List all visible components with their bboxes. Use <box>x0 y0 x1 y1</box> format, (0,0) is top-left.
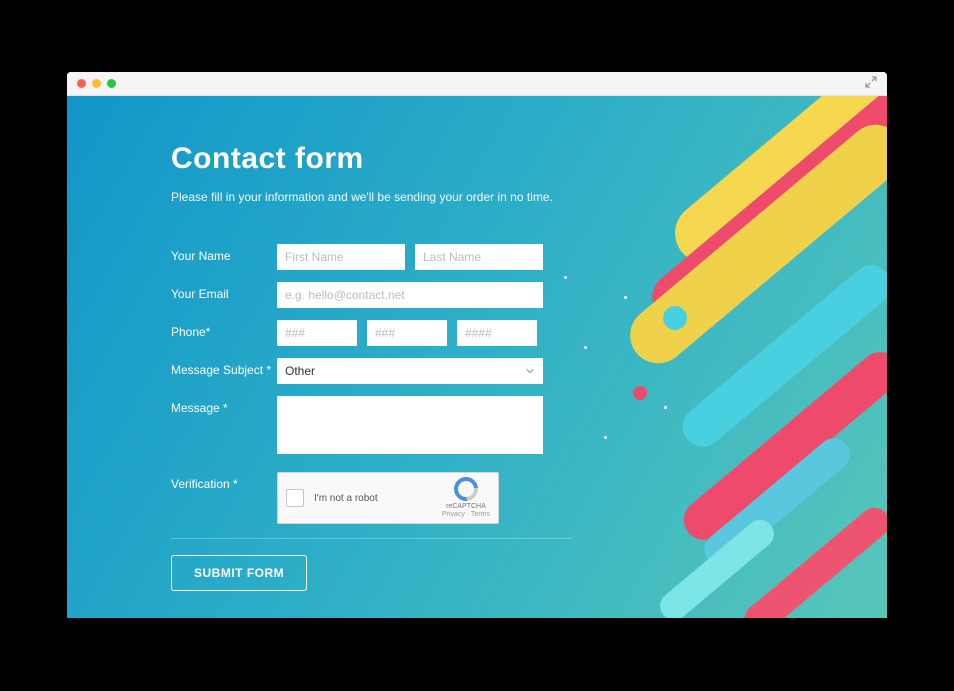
email-input[interactable] <box>277 282 543 308</box>
recaptcha-text: I'm not a robot <box>314 493 378 504</box>
message-label: Message * <box>171 396 277 415</box>
form-divider <box>171 538 571 539</box>
first-name-input[interactable] <box>277 244 405 270</box>
chevron-down-icon <box>525 366 535 376</box>
email-label: Your Email <box>171 282 277 301</box>
last-name-input[interactable] <box>415 244 543 270</box>
recaptcha-widget[interactable]: I'm not a robot reCAPTCHA Privacy · Term… <box>277 472 499 524</box>
phone-prefix-input[interactable] <box>367 320 447 346</box>
page-subtitle: Please fill in your information and we'l… <box>171 190 627 204</box>
name-label: Your Name <box>171 244 277 263</box>
recaptcha-logo-icon <box>454 477 478 501</box>
phone-label: Phone* <box>171 320 277 339</box>
submit-button[interactable]: SUBMIT FORM <box>171 555 307 591</box>
subject-label: Message Subject * <box>171 358 277 377</box>
minimize-window-button[interactable] <box>92 79 101 88</box>
phone-line-input[interactable] <box>457 320 537 346</box>
message-textarea[interactable] <box>277 396 543 454</box>
close-window-button[interactable] <box>77 79 86 88</box>
subject-selected-value: Other <box>285 364 315 378</box>
window-titlebar <box>67 72 887 96</box>
page-title: Contact form <box>171 142 627 176</box>
contact-form: Your Name Your Email Phone* <box>171 244 627 591</box>
traffic-lights <box>77 79 116 88</box>
browser-window: Contact form Please fill in your informa… <box>67 72 887 618</box>
page-content: Contact form Please fill in your informa… <box>67 96 887 618</box>
recaptcha-links[interactable]: Privacy · Terms <box>442 511 490 519</box>
verification-label: Verification * <box>171 472 277 491</box>
expand-icon[interactable] <box>865 76 877 91</box>
recaptcha-brand: reCAPTCHA <box>442 503 490 511</box>
zoom-window-button[interactable] <box>107 79 116 88</box>
subject-select[interactable]: Other <box>277 358 543 384</box>
recaptcha-checkbox[interactable] <box>286 489 304 507</box>
phone-area-input[interactable] <box>277 320 357 346</box>
